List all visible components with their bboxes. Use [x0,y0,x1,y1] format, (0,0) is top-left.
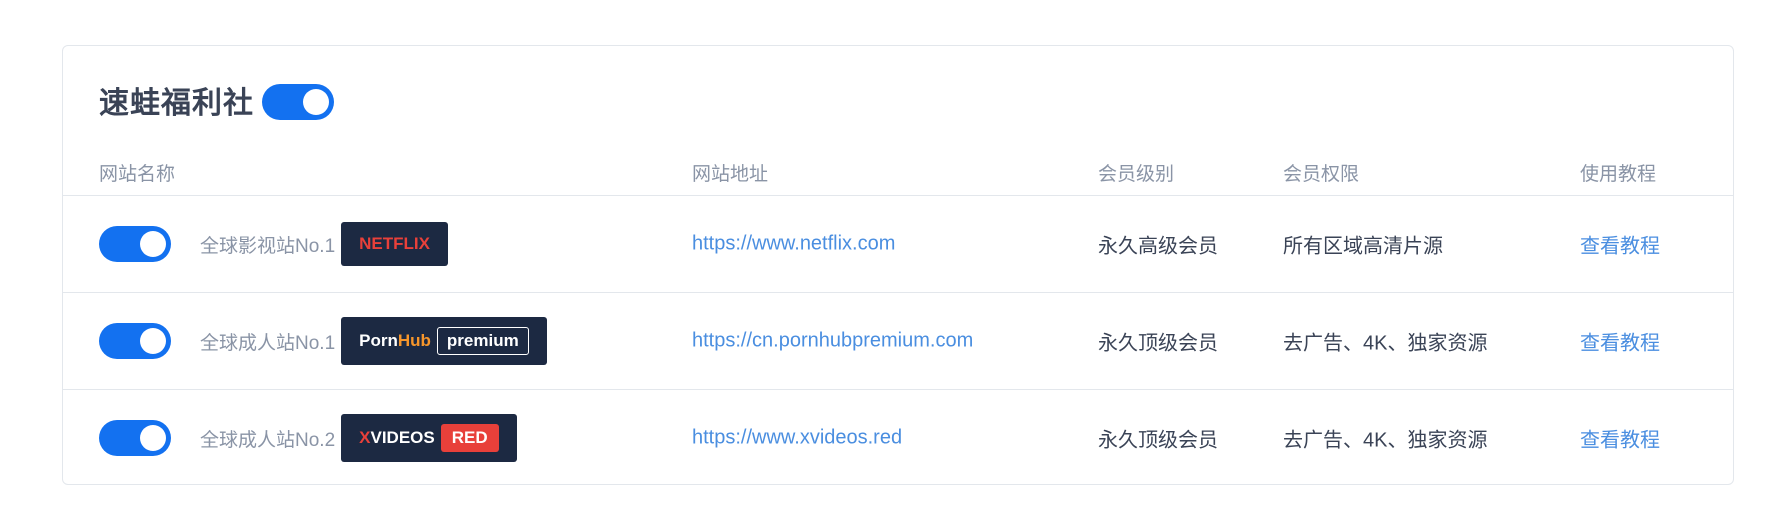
card-title: 速蛙福利社 [99,87,254,120]
site-name-cell: 全球成人站No.2 X VIDEOS RED [99,414,517,462]
table-header: 网站名称 网站地址 会员级别 会员权限 使用教程 [63,151,1733,195]
toggle-knob [140,231,166,257]
member-rights: 所有区域高清片源 [1283,235,1443,258]
table-row: 全球成人站No.1 Porn Hub premium https://cn.por… [63,292,1733,389]
site-url-link[interactable]: https://www.xvideos.red [692,427,902,450]
view-tutorial-link[interactable]: 查看教程 [1580,327,1660,356]
col-header-member-rights: 会员权限 [1283,164,1360,185]
site-description: 全球成人站No.2 [200,429,336,451]
site-toggle[interactable] [99,420,171,456]
col-header-tutorial: 使用教程 [1580,164,1657,185]
table-row: 全球成人站No.2 X VIDEOS RED https://www.xvideo… [63,389,1733,486]
pornhub-premium-logo: Porn Hub premium [341,317,547,365]
site-name-cell: 全球成人站No.1 Porn Hub premium [99,317,547,365]
col-header-site-name: 网站名称 [99,164,176,185]
site-description: 全球影视站No.1 [200,235,336,257]
site-name-cell: 全球影视站No.1 NETFLIX [99,222,448,266]
member-level: 永久顶级会员 [1098,429,1218,452]
table-row: 全球影视站No.1 NETFLIX https://www.netflix.co… [63,195,1733,292]
view-tutorial-link[interactable]: 查看教程 [1580,424,1660,453]
toggle-knob [140,328,166,354]
logo-text-videos: VIDEOS [370,428,435,447]
logo-text-premium: premium [436,327,529,355]
site-description: 全球成人站No.1 [200,332,336,354]
site-url-link[interactable]: https://www.netflix.com [692,233,895,256]
site-toggle[interactable] [99,226,171,262]
toggle-knob [140,425,166,451]
col-header-site-url: 网站地址 [692,164,769,185]
logo-text-x: X [359,428,371,447]
welfare-card: 速蛙福利社 网站名称 网站地址 会员级别 会员权限 使用教程 全球影视站No.1… [62,45,1734,485]
col-header-member-level: 会员级别 [1098,164,1175,185]
site-url-link[interactable]: https://cn.pornhubpremium.com [692,330,973,353]
logo-text-porn: Porn [359,331,398,350]
member-rights: 去广告、4K、独家资源 [1283,332,1488,355]
view-tutorial-link[interactable]: 查看教程 [1580,230,1660,259]
logo-text-hub: Hub [397,331,431,350]
card-header: 速蛙福利社 [99,78,334,122]
toggle-knob [303,89,329,115]
site-toggle[interactable] [99,323,171,359]
xvideos-red-logo: X VIDEOS RED [341,414,517,462]
member-rights: 去广告、4K、独家资源 [1283,429,1488,452]
netflix-logo: NETFLIX [341,222,448,266]
card-toggle[interactable] [262,84,334,120]
member-level: 永久高级会员 [1098,235,1218,258]
logo-text-red: RED [440,424,499,452]
netflix-logo-text: NETFLIX [359,234,430,253]
member-level: 永久顶级会员 [1098,332,1218,355]
